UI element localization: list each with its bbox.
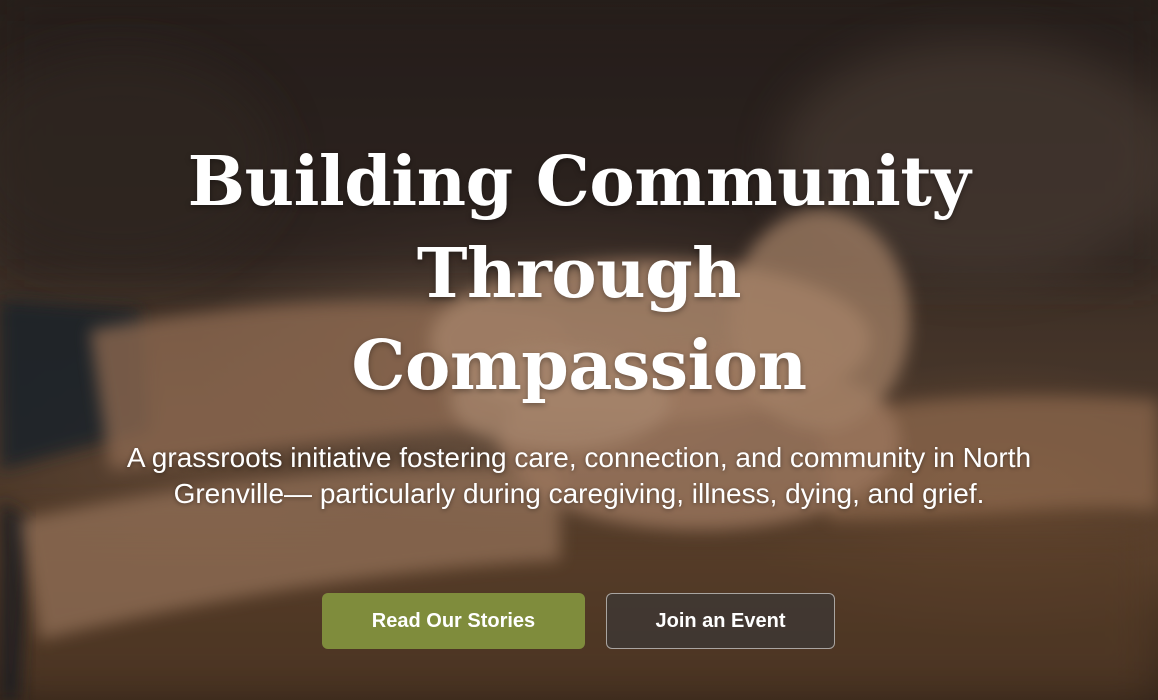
hero-subtitle: A grassroots initiative fostering care, … xyxy=(126,442,1032,509)
headline-line-2: Through xyxy=(416,234,742,314)
join-an-event-button[interactable]: Join an Event xyxy=(606,593,835,649)
hero-section: Building Community Through Compassion A … xyxy=(0,0,1158,700)
read-our-stories-button[interactable]: Read Our Stories xyxy=(322,593,585,649)
hero-content: Building Community Through Compassion A … xyxy=(0,0,1158,700)
hero-headline: Building Community Through Compassion xyxy=(80,136,1078,412)
headline-line-3: Compassion xyxy=(351,326,807,406)
headline-line-1: Building Community xyxy=(187,142,971,222)
